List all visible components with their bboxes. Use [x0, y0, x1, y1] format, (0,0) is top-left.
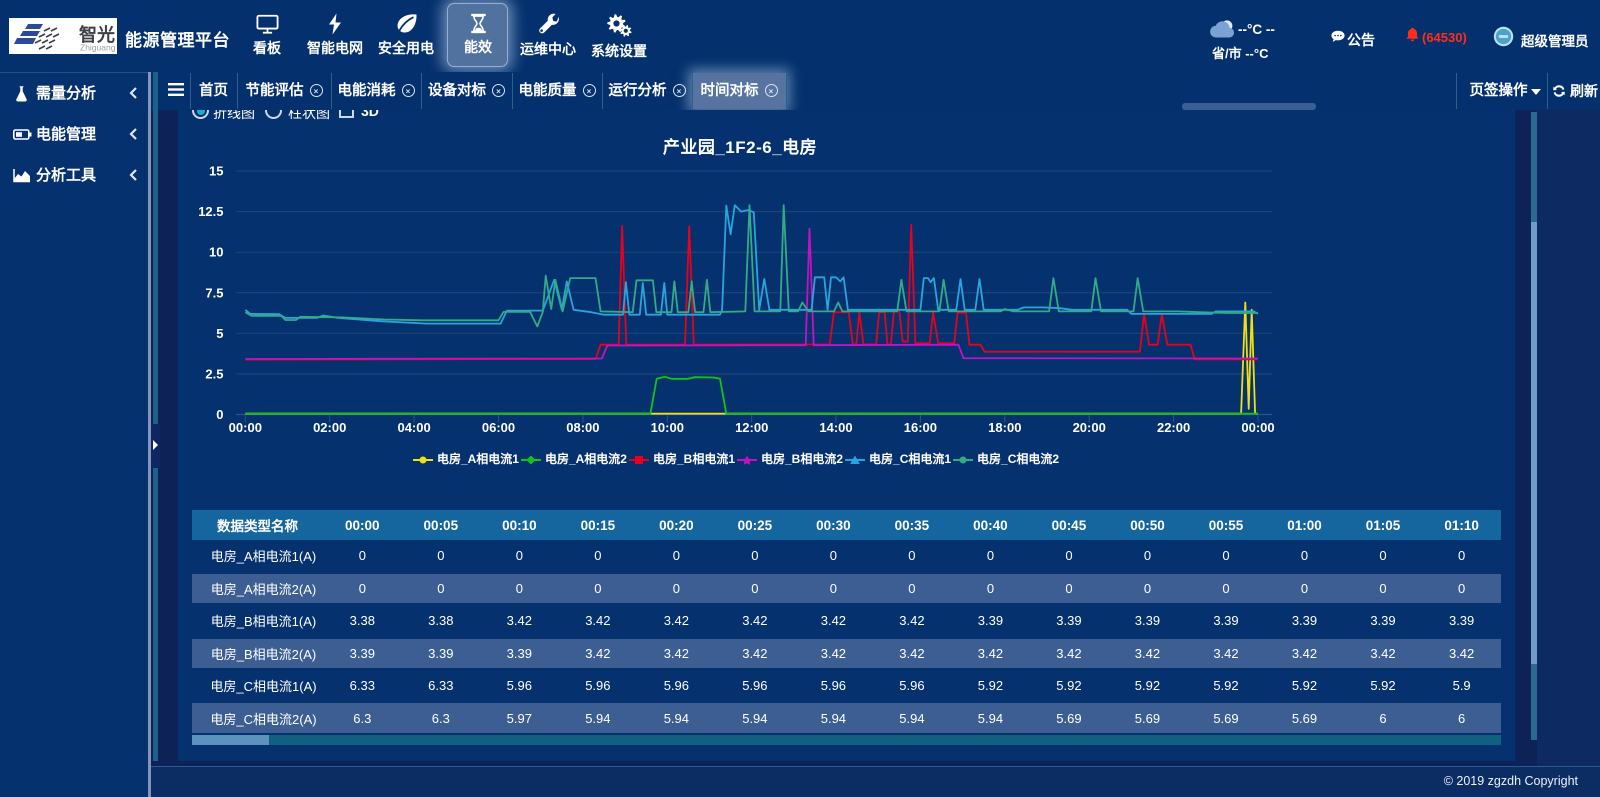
svg-text:00:00: 00:00: [1241, 420, 1274, 435]
svg-text:10:00: 10:00: [651, 420, 684, 435]
svg-text:15: 15: [209, 164, 223, 179]
svg-text:5: 5: [216, 326, 223, 341]
svg-text:14:00: 14:00: [819, 420, 852, 435]
svg-text:7.5: 7.5: [205, 285, 223, 300]
svg-text:08:00: 08:00: [566, 420, 599, 435]
svg-text:06:00: 06:00: [482, 420, 515, 435]
svg-text:Zhiguang: Zhiguang: [80, 43, 116, 53]
svg-text:2.5: 2.5: [205, 366, 223, 381]
svg-text:12:00: 12:00: [735, 420, 768, 435]
svg-text:02:00: 02:00: [313, 420, 346, 435]
svg-text:0: 0: [216, 407, 223, 422]
svg-text:12.5: 12.5: [198, 204, 223, 219]
svg-text:04:00: 04:00: [397, 420, 430, 435]
svg-text:18:00: 18:00: [988, 420, 1021, 435]
svg-text:20:00: 20:00: [1073, 420, 1106, 435]
svg-text:10: 10: [209, 245, 223, 260]
svg-text:22:00: 22:00: [1157, 420, 1190, 435]
svg-text:00:00: 00:00: [229, 420, 262, 435]
svg-text:16:00: 16:00: [904, 420, 937, 435]
